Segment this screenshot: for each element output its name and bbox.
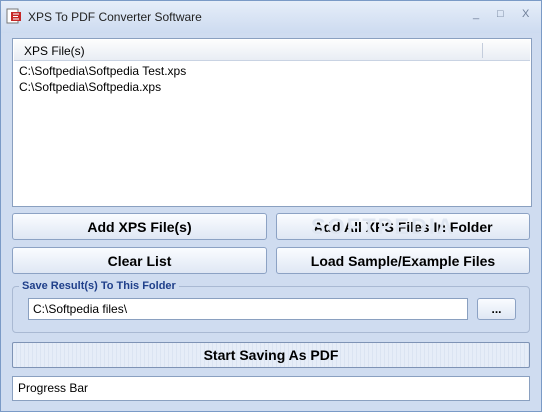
file-list-header[interactable]: XPS File(s) [14,40,530,61]
list-item[interactable]: C:\Softpedia\Softpedia Test.xps [19,63,186,79]
load-sample-files-button[interactable]: Load Sample/Example Files [276,247,530,274]
minimize-button[interactable]: _ [473,8,479,20]
add-folder-button[interactable]: Add All XPS Files In Folder [276,213,530,240]
window-title: XPS To PDF Converter Software [28,10,202,24]
column-header-xps-files[interactable]: XPS File(s) [24,44,85,58]
add-xps-files-button[interactable]: Add XPS File(s) [12,213,267,240]
progress-bar: Progress Bar [12,376,530,401]
app-icon [6,8,21,24]
list-item[interactable]: C:\Softpedia\Softpedia.xps [19,79,186,95]
clear-list-button[interactable]: Clear List [12,247,267,274]
close-button[interactable]: X [522,8,529,20]
output-folder-group-label: Save Result(s) To This Folder [19,280,179,292]
file-list-rows: C:\Softpedia\Softpedia Test.xps C:\Softp… [19,63,186,95]
maximize-button[interactable]: □ [497,8,504,20]
browse-folder-button[interactable]: ... [477,298,516,320]
start-saving-button[interactable]: Start Saving As PDF [12,342,530,368]
output-folder-input[interactable]: C:\Softpedia files\ [28,298,468,320]
app-window: XPS To PDF Converter Software _ □ X XPS … [0,0,542,412]
title-bar: XPS To PDF Converter Software _ □ X [1,1,541,33]
file-list[interactable]: XPS File(s) C:\Softpedia\Softpedia Test.… [12,38,532,207]
column-separator[interactable] [482,43,483,58]
